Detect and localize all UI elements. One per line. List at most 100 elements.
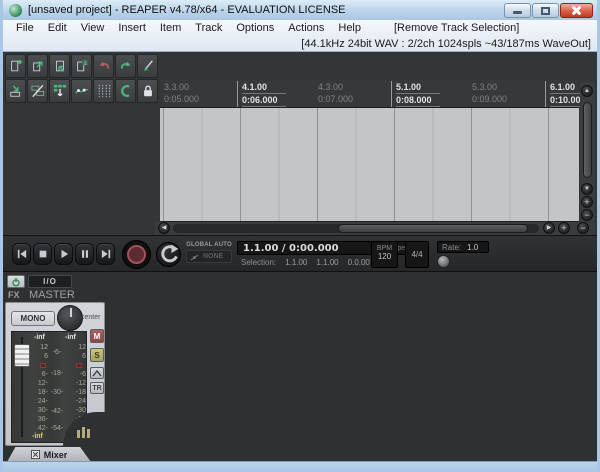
titlebar: [unsaved project] - REAPER v4.78/x64 - E… — [3, 0, 597, 20]
vertical-zoom-in-button[interactable]: + — [581, 196, 593, 208]
mouse-snap-icon — [53, 84, 67, 98]
menu-insert[interactable]: Insert — [111, 22, 153, 34]
horizontal-zoom-in-button[interactable]: + — [558, 222, 570, 234]
open-project-icon — [31, 59, 45, 73]
svg-text:1: 1 — [83, 60, 86, 66]
loop-points-icon — [119, 84, 133, 98]
solo-button[interactable]: S — [90, 348, 104, 362]
redo-button[interactable] — [115, 54, 136, 78]
playback-position: 1.1.00 / 0:00.000 — [243, 243, 339, 254]
pan-knob[interactable] — [57, 305, 83, 331]
scroll-down-button[interactable]: ▼ — [581, 183, 593, 195]
menu-file[interactable]: File — [9, 22, 41, 34]
repeat-button[interactable] — [156, 242, 181, 267]
rate-display[interactable]: Rate: 1.0 — [437, 241, 489, 253]
menu-track[interactable]: Track — [188, 22, 229, 34]
maximize-button[interactable] — [532, 3, 559, 18]
stop-button[interactable] — [33, 243, 52, 265]
fx-label[interactable]: FX — [8, 290, 20, 300]
main-area: 1 — [3, 52, 597, 461]
loop-points-button[interactable] — [115, 79, 136, 103]
pause-icon — [79, 249, 91, 259]
open-project-button[interactable] — [27, 54, 48, 78]
go-to-end-button[interactable] — [96, 243, 115, 265]
lock-button[interactable] — [137, 79, 158, 103]
move-item-button[interactable] — [5, 79, 26, 103]
output-routing-icon[interactable] — [77, 427, 90, 438]
minimize-button[interactable] — [504, 3, 531, 18]
horizontal-scroll-thumb[interactable] — [338, 224, 528, 233]
timeline-ruler[interactable]: 3.3.000:05.000 4.1.000:06.000 4.3.000:07… — [160, 80, 579, 108]
menu-actions[interactable]: Actions — [281, 22, 331, 34]
global-auto-value: NONE — [203, 253, 223, 260]
grid-lines-button[interactable] — [93, 79, 114, 103]
close-box-icon[interactable] — [31, 450, 40, 459]
undo-button[interactable] — [93, 54, 114, 78]
project-settings-button[interactable]: 1 — [71, 54, 92, 78]
master-strip-header: I/O FX MASTER — [5, 274, 105, 302]
ruler-tick: 3.3.000:05.000 — [160, 81, 236, 107]
scroll-right-button[interactable]: ▶ — [543, 222, 555, 234]
scroll-up-button[interactable]: ▲ — [581, 85, 593, 97]
go-to-start-button[interactable] — [12, 243, 31, 265]
go-to-start-icon — [16, 249, 28, 259]
vertical-scroll-thumb[interactable] — [583, 102, 592, 178]
fx-enable-button[interactable] — [7, 275, 25, 288]
vertical-scrollbar[interactable]: ▲ ▼ + − — [580, 82, 595, 222]
envelope-button[interactable] — [90, 367, 104, 379]
record-button[interactable] — [122, 240, 151, 269]
plus-icon: + — [584, 197, 589, 207]
arrange-view[interactable] — [160, 108, 579, 222]
menu-options[interactable]: Options — [229, 22, 281, 34]
horizontal-zoom-out-button[interactable]: − — [577, 222, 589, 234]
new-project-icon — [9, 59, 23, 73]
bpm-control[interactable]: BPM 120 — [371, 241, 398, 268]
io-routing-button[interactable]: I/O — [28, 275, 72, 288]
menu-help[interactable]: Help — [331, 22, 368, 34]
mixer-dock-tab[interactable]: Mixer — [7, 447, 91, 461]
pencil-draw-button[interactable] — [137, 54, 158, 78]
pan-value: center — [81, 314, 100, 321]
save-project-icon — [53, 59, 67, 73]
main-toolbar: 1 — [5, 54, 161, 104]
bpm-value: 120 — [372, 252, 397, 261]
rate-value: 1.0 — [467, 243, 478, 252]
global-automation: GLOBAL AUTO NONE — [186, 242, 232, 263]
move-item-icon — [9, 84, 23, 98]
ruler-tick: 5.3.000:09.000 — [468, 81, 544, 107]
undo-icon — [97, 59, 111, 73]
play-button[interactable] — [54, 243, 73, 265]
ungroup-items-button[interactable] — [27, 79, 48, 103]
envelope-points-button[interactable] — [71, 79, 92, 103]
horizontal-scroll-track[interactable] — [173, 224, 539, 233]
horizontal-scrollbar[interactable]: ◀ ▶ + − — [155, 222, 595, 235]
project-settings-icon: 1 — [75, 59, 89, 73]
rate-knob[interactable] — [437, 255, 450, 268]
new-project-button[interactable] — [5, 54, 26, 78]
clip-indicator-left[interactable] — [40, 363, 46, 368]
save-project-button[interactable] — [49, 54, 70, 78]
mouse-snap-button[interactable] — [49, 79, 70, 103]
clip-indicator-right[interactable] — [76, 363, 82, 368]
right-arrow-icon: ▶ — [547, 225, 552, 231]
menu-item[interactable]: Item — [153, 22, 188, 34]
go-to-end-icon — [100, 249, 112, 259]
vertical-zoom-out-button[interactable]: − — [581, 209, 593, 221]
volume-fader-handle[interactable] — [14, 344, 30, 367]
menu-view[interactable]: View — [74, 22, 112, 34]
global-auto-button[interactable]: NONE — [186, 250, 232, 263]
mono-button[interactable]: MONO — [11, 311, 55, 326]
window-bottom-border — [3, 461, 597, 472]
repeat-icon — [157, 243, 180, 266]
left-arrow-icon: ◀ — [162, 225, 167, 231]
time-signature-control[interactable]: 4/4 — [405, 241, 429, 268]
reaper-logo-icon — [9, 4, 22, 17]
mixer-dock: I/O FX MASTER MONO center -inf -inf 12 6… — [3, 272, 597, 461]
close-button[interactable] — [560, 3, 593, 18]
mute-button[interactable]: M — [90, 329, 104, 343]
minimize-icon — [513, 11, 522, 14]
scroll-left-button[interactable]: ◀ — [158, 222, 170, 234]
track-routing-button[interactable]: TR — [90, 382, 104, 394]
menu-edit[interactable]: Edit — [41, 22, 74, 34]
pause-button[interactable] — [75, 243, 94, 265]
